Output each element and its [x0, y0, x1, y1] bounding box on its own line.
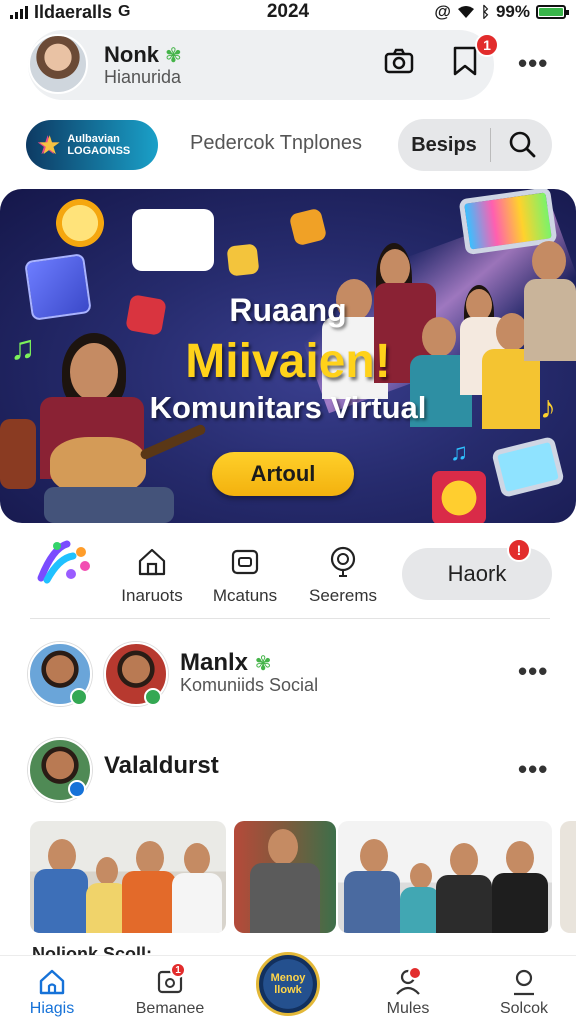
wifi-icon [457, 6, 474, 18]
more-options-icon[interactable]: ••• [518, 48, 548, 79]
group-head-6 [532, 241, 566, 281]
nav-mules-badge [408, 966, 422, 980]
bookmark-icon [453, 46, 477, 76]
haork-badge: ! [507, 538, 531, 562]
avatar[interactable] [28, 34, 88, 94]
nav-center-line1: Menoy [270, 972, 306, 984]
post2-more-icon[interactable]: ••• [518, 754, 548, 785]
guitarist-legs [44, 487, 174, 523]
tool-tile-icon [288, 207, 328, 247]
post2-photo-2[interactable] [234, 821, 336, 933]
post2-photo-1[interactable] [30, 821, 226, 933]
post1-name-row: Manlx ✾ [180, 649, 271, 677]
search-pill-label[interactable]: Besips [398, 134, 490, 157]
online-indicator [144, 688, 162, 706]
leaf-badge-icon: ✾ [165, 44, 182, 67]
banner-title-line1: Ruaang [229, 292, 347, 328]
battery-icon [536, 5, 569, 19]
yellow-tile-icon [226, 243, 260, 277]
google-icon: G [118, 3, 131, 20]
star-logo-icon: ★ [38, 129, 62, 160]
profile-name-row: Nonk ✾ [104, 42, 182, 68]
brand-line1: Aulbavian [67, 133, 120, 145]
colorful-logo-icon [18, 540, 108, 584]
note-icon-mid: ♫ [450, 439, 468, 466]
section-link[interactable]: Pedercok Tnplones [190, 132, 362, 155]
pin-icon [330, 546, 356, 577]
group-head-2 [380, 249, 410, 287]
online-indicator [70, 688, 88, 706]
carrier-name: Ildaeralls [34, 1, 113, 22]
guitar-neck [138, 423, 208, 461]
post2-photo-3[interactable] [338, 821, 552, 933]
bottom-nav: Hiagis Bemanee 1 Menoy llowk Mules Solco… [0, 952, 576, 1024]
promo-banner[interactable]: ♫ ♪ ♫ Ruaang Miivaien! Komunitars Virtua… [0, 189, 576, 523]
search-button[interactable] [491, 130, 552, 160]
section-divider [30, 618, 550, 619]
status-bar: Ildaeralls G 2024 @ ᛒ 99% [0, 0, 576, 24]
category-label: Inaruots [121, 586, 183, 605]
post1-more-icon[interactable]: ••• [518, 656, 548, 687]
nav-bemanee[interactable]: Bemanee [120, 968, 220, 1018]
profile-name: Nonk [104, 42, 159, 67]
banner-title-line3: Komunitars Virtual [149, 390, 427, 425]
search-icon [509, 131, 535, 158]
camera-button[interactable] [382, 44, 416, 78]
post2-photo-4[interactable] [560, 821, 576, 933]
notification-badge: 1 [475, 33, 499, 57]
verified-badge-icon [68, 780, 86, 798]
nav-center-line2: llowk [274, 984, 302, 996]
post1-name[interactable]: Manlx [180, 649, 248, 676]
battery-percent: 99% [495, 2, 530, 21]
search-icon [514, 969, 534, 996]
profile-header[interactable] [28, 30, 494, 100]
nav-home[interactable]: Hiagis [2, 968, 102, 1018]
category-inaruots[interactable]: Inaruots [107, 546, 197, 606]
square-icon [231, 549, 259, 575]
signal-icon [10, 5, 28, 19]
status-time: 2024 [266, 1, 310, 22]
leaf-badge-icon: ✾ [254, 653, 272, 675]
nav-bemanee-label: Bemanee [135, 1000, 205, 1017]
nav-search[interactable]: Solcok [474, 968, 574, 1018]
brand-text: Aulbavian LOGAONSS [67, 133, 130, 157]
nav-home-label: Hiagis [29, 1000, 75, 1017]
search-pill[interactable]: Besips [398, 119, 552, 171]
bluetooth-icon: ᛒ [480, 3, 490, 21]
banner-cta-button[interactable]: Artoul [212, 452, 354, 496]
category-seerems[interactable]: Seerems [298, 546, 388, 606]
profile-subtitle: Hianurida [104, 67, 182, 87]
category-mcatuns[interactable]: Mcatuns [200, 546, 290, 606]
sun-icon [52, 195, 108, 251]
post2-name[interactable]: Valaldurst [104, 752, 219, 780]
radio-icon [0, 419, 36, 489]
nav-mules-label: Mules [386, 1000, 430, 1017]
brand-line2: LOGAONSS [67, 145, 131, 157]
house-icon [138, 548, 166, 576]
nfc-icon: @ [434, 2, 451, 21]
post1-subtitle: Komuniids Social [180, 675, 319, 695]
chat-bubble-icon [132, 209, 214, 271]
ball-icon [432, 471, 486, 523]
brand-logo-button[interactable]: ★ Aulbavian LOGAONSS [26, 120, 158, 170]
banner-title-line2: Miivaien! [185, 335, 391, 388]
tablet-icon [491, 435, 565, 499]
nav-search-label: Solcok [499, 1000, 549, 1017]
app-logo-button[interactable] [18, 540, 108, 584]
nav-center-logo[interactable]: Menoy llowk [256, 952, 320, 1016]
category-label: Seerems [308, 586, 378, 605]
category-label: Mcatuns [212, 586, 278, 605]
home-icon [39, 969, 65, 995]
nav-bemanee-badge: 1 [170, 962, 186, 978]
camera-icon [384, 48, 414, 74]
